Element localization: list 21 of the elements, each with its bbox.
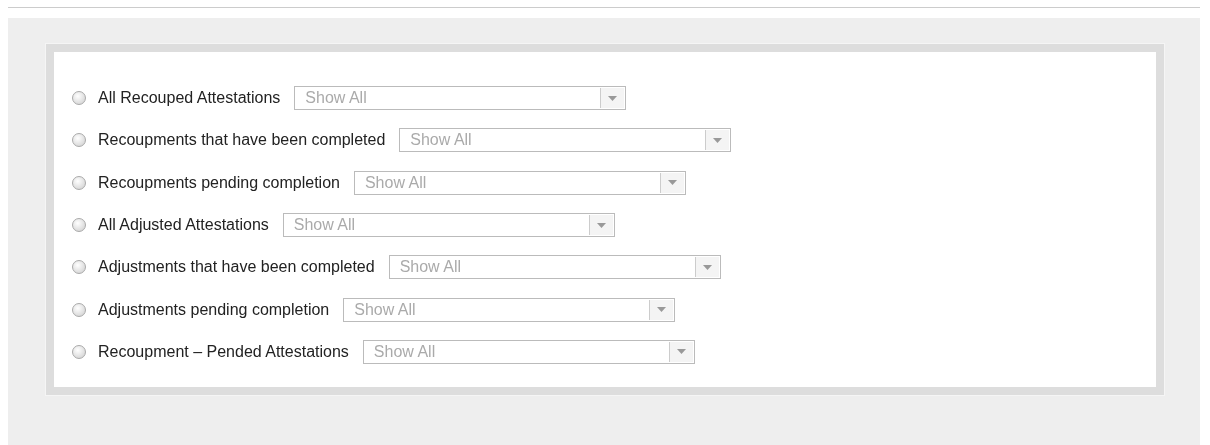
radio-button[interactable]: [72, 175, 86, 190]
radio-button[interactable]: [72, 133, 86, 148]
radio-button[interactable]: [72, 91, 86, 106]
caret-icon: [667, 180, 677, 186]
option-label[interactable]: All Recouped Attestations: [98, 89, 281, 108]
option-label[interactable]: Adjustments that have been completed: [98, 258, 375, 277]
option-label[interactable]: Recoupments pending completion: [98, 173, 340, 192]
caret-icon: [657, 307, 667, 313]
radio-button[interactable]: [72, 218, 86, 233]
caret-icon: [608, 95, 618, 101]
radio-button[interactable]: [72, 344, 86, 359]
radio-button[interactable]: [72, 260, 86, 275]
radio-button[interactable]: [72, 302, 86, 317]
option-label[interactable]: All Adjusted Attestations: [98, 216, 269, 235]
option-label[interactable]: Recoupments that have been completed: [98, 131, 386, 150]
caret-icon: [702, 264, 712, 270]
option-label[interactable]: Recoupment – Pended Attestations: [98, 342, 349, 361]
caret-icon: [676, 349, 686, 355]
option-label[interactable]: Adjustments pending completion: [98, 300, 330, 319]
caret-icon: [713, 137, 723, 143]
caret-icon: [596, 222, 606, 228]
